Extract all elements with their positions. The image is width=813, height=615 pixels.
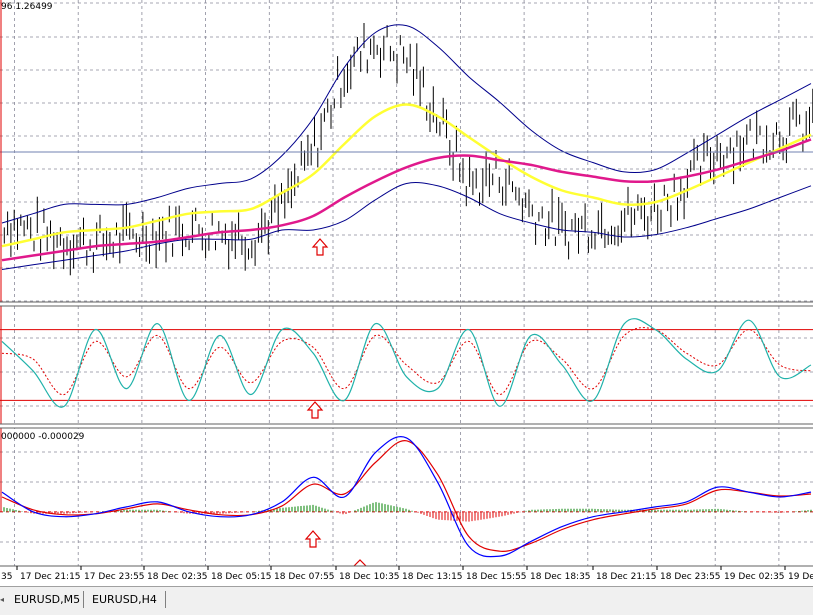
panel-splitter xyxy=(0,302,813,306)
price-bars xyxy=(3,23,813,276)
macd-main-line xyxy=(1,436,812,558)
buy-arrow-icon xyxy=(304,530,322,548)
x-tick-label: 18 Dec 07:55 xyxy=(274,572,335,582)
x-tick-label: 18 Dec 23:55 xyxy=(660,572,721,582)
buy-arrow-icon xyxy=(306,401,324,419)
grid xyxy=(0,0,813,566)
x-tick-label: 19 Dec xyxy=(788,572,813,582)
stoch-main-line xyxy=(1,318,812,408)
x-tick-label: 18 Dec 15:55 xyxy=(466,572,527,582)
x-tick-label: 19 Dec 02:35 xyxy=(724,572,785,582)
chart-area[interactable]: 96 1.26499 000000 -0.000029 35 17 Dec 21:… xyxy=(0,0,813,586)
symbol-tab-bar: ◂ EURUSD,M5 EURUSD,H4 xyxy=(0,586,813,615)
stochastic-panel[interactable] xyxy=(0,318,813,419)
tab-eurusd-h4[interactable]: EURUSD,H4 xyxy=(86,591,166,608)
x-tick-label: 18 Dec 05:15 xyxy=(211,572,272,582)
x-tick-label: 18 Dec 10:35 xyxy=(339,572,400,582)
panel-separators[interactable] xyxy=(0,301,813,567)
x-tick-label: 35 xyxy=(1,572,12,582)
x-tick-label: 17 Dec 23:55 xyxy=(84,572,145,582)
x-tick-label: 17 Dec 21:15 xyxy=(20,572,81,582)
tab-label: EURUSD,H4 xyxy=(92,593,157,606)
tab-label: EURUSD,M5 xyxy=(14,593,81,606)
tab-scroll-icon[interactable]: ◂ xyxy=(0,591,8,608)
arrow-marker-icon xyxy=(353,559,367,567)
x-tick-label: 18 Dec 02:35 xyxy=(147,572,208,582)
macd-histogram xyxy=(0,0,812,522)
macd-label: 000000 -0.000029 xyxy=(1,432,85,442)
macd-panel[interactable] xyxy=(0,0,813,567)
tab-eurusd-m5[interactable]: EURUSD,M5 xyxy=(8,591,84,608)
x-tick-label: 18 Dec 18:35 xyxy=(530,572,591,582)
price-panel[interactable] xyxy=(0,0,813,276)
price-label: 96 1.26499 xyxy=(1,2,53,12)
panel-splitter xyxy=(0,424,813,428)
x-tick-label: 18 Dec 13:15 xyxy=(402,572,463,582)
ma-slow xyxy=(1,138,812,262)
bollinger-upper xyxy=(1,24,812,224)
macd-signal-line xyxy=(1,440,812,552)
x-tick-label: 18 Dec 21:15 xyxy=(596,572,657,582)
x-axis: 35 17 Dec 21:15 17 Dec 23:55 18 Dec 02:35 18… xyxy=(1,566,813,582)
buy-arrow-icon xyxy=(311,238,329,256)
